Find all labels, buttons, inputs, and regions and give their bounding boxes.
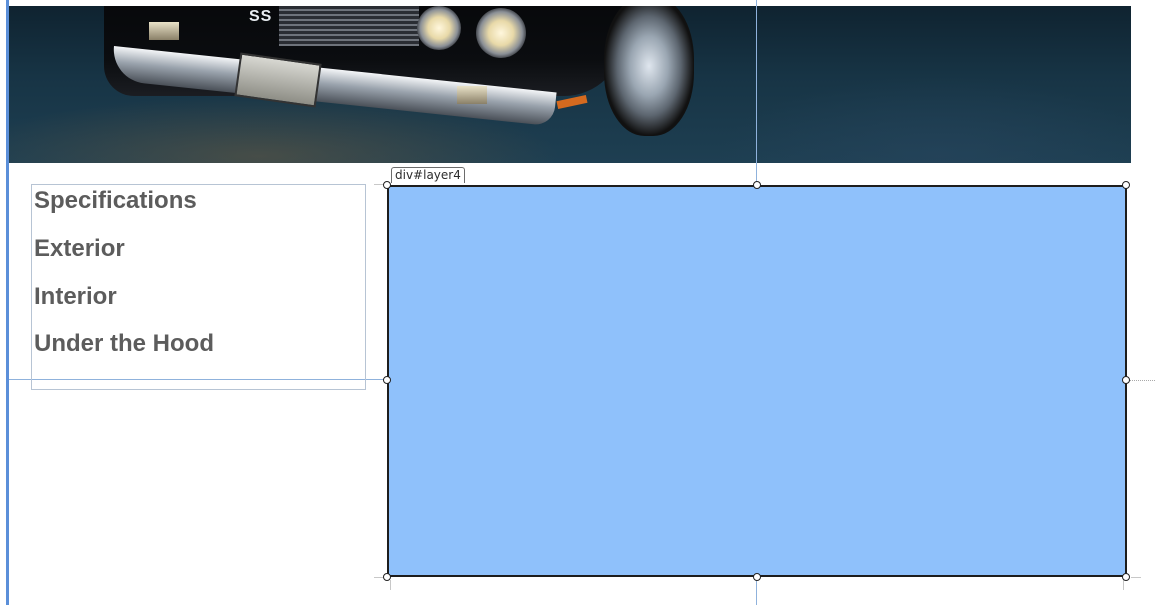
- car-grille: [279, 6, 419, 46]
- layer-tag[interactable]: div#layer4: [391, 167, 465, 183]
- resize-handle-top[interactable]: [753, 181, 761, 189]
- resize-handle-top-left[interactable]: [383, 181, 391, 189]
- selected-layer-box[interactable]: [387, 185, 1127, 577]
- sidebar-item-interior[interactable]: Interior: [34, 285, 117, 309]
- turn-signal: [556, 94, 588, 110]
- resize-handle-top-right[interactable]: [1122, 181, 1130, 189]
- resize-handle-bottom-left[interactable]: [383, 573, 391, 581]
- car-wheel: [604, 6, 694, 136]
- design-canvas: SS Specifications Exterior Interior Unde…: [0, 0, 1155, 605]
- horizontal-guide-dotted: [1127, 380, 1155, 381]
- sidebar-item-exterior[interactable]: Exterior: [34, 237, 125, 261]
- header-image[interactable]: SS: [9, 6, 1131, 163]
- corner-tick: [1131, 577, 1141, 578]
- sidebar-item-specifications[interactable]: Specifications: [34, 189, 197, 213]
- resize-handle-right[interactable]: [1122, 376, 1130, 384]
- headlight-right: [476, 8, 526, 58]
- headlight-left: [417, 6, 461, 50]
- fog-light-left: [149, 22, 179, 40]
- car-badge: SS: [249, 8, 273, 25]
- resize-handle-left[interactable]: [383, 376, 391, 384]
- fog-light-right: [457, 86, 487, 104]
- resize-handle-bottom[interactable]: [753, 573, 761, 581]
- corner-tick: [390, 580, 391, 590]
- corner-tick: [1123, 580, 1124, 590]
- sidebar-item-under-the-hood[interactable]: Under the Hood: [34, 332, 214, 356]
- resize-handle-bottom-right[interactable]: [1122, 573, 1130, 581]
